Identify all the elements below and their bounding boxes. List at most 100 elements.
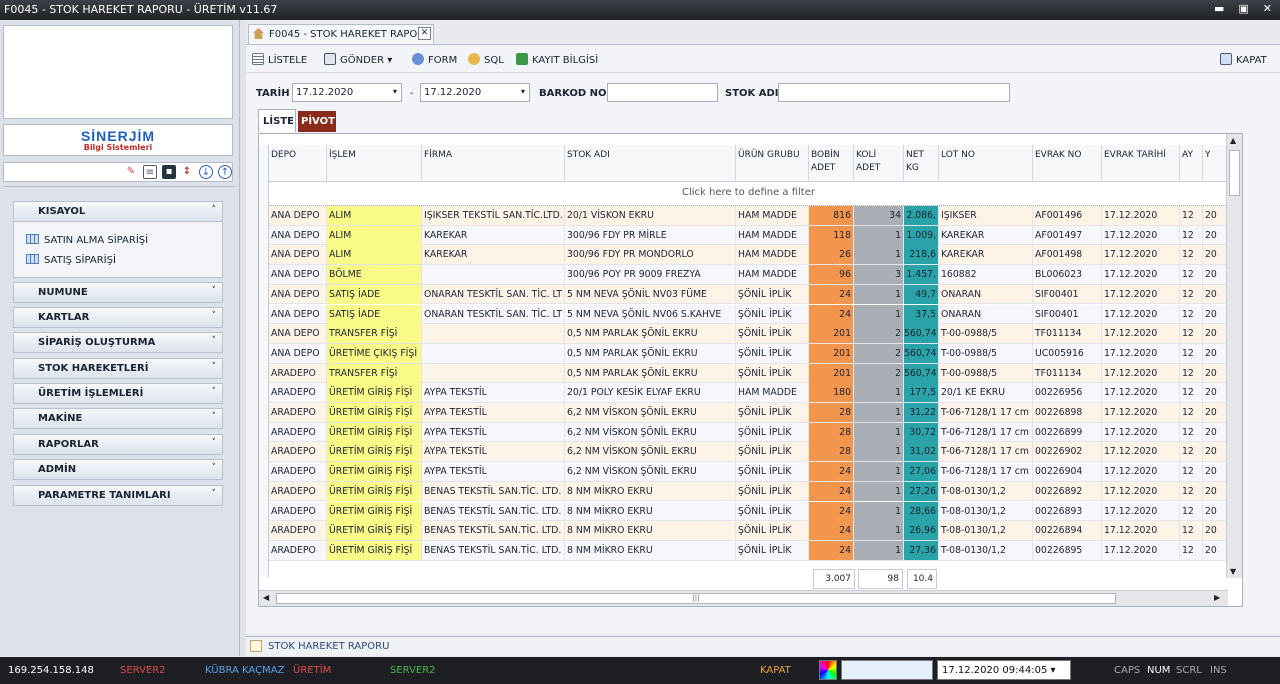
- column-header[interactable]: İŞLEM: [327, 145, 422, 182]
- table-cell: 24: [809, 462, 854, 482]
- table-row[interactable]: ARADEPO ÜRETİM GİRİŞ FİŞİ AYPA TEKSTİL 6,2 …: [269, 442, 1228, 463]
- scroll-right-icon[interactable]: ▶: [1214, 593, 1220, 602]
- color-icon[interactable]: [819, 660, 837, 680]
- list-icon[interactable]: ≡: [143, 165, 157, 179]
- scroll-thumb[interactable]: [1229, 150, 1240, 196]
- barkod-label: BARKOD NO: [539, 88, 607, 99]
- bottom-tab-stok-hareket[interactable]: STOK HAREKET RAPORU: [246, 636, 1280, 656]
- table-cell: 20: [1203, 442, 1228, 462]
- nav-group-uretim[interactable]: ÜRETİM İŞLEMLERİ ˅: [13, 383, 223, 404]
- table-cell: ANA DEPO: [269, 324, 327, 344]
- info-icon: [516, 53, 528, 65]
- table-cell: HAM MADDE: [736, 383, 809, 403]
- column-header[interactable]: Y: [1203, 145, 1228, 182]
- tab-liste[interactable]: LİSTE: [258, 109, 296, 132]
- sort-az-icon[interactable]: ↕: [180, 165, 194, 179]
- nav-group-parametre[interactable]: PARAMETRE TANIMLARI ˅: [13, 485, 223, 506]
- column-header[interactable]: EVRAK TARİHİ: [1102, 145, 1180, 182]
- start-date-picker[interactable]: 17.12.2020 ▾: [292, 83, 402, 102]
- nav-group-admin[interactable]: ADMİN ˅: [13, 459, 223, 480]
- column-header[interactable]: AY: [1180, 145, 1203, 182]
- table-row[interactable]: ARADEPO ÜRETİM GİRİŞ FİŞİ AYPA TEKSTİL 6,2 …: [269, 422, 1228, 443]
- table-cell: 0,5 NM PARLAK ŞÖNİL EKRU: [565, 324, 736, 344]
- table-row[interactable]: ARADEPO TRANSFER FİŞİ 0,5 NM PARLAK ŞÖNİL …: [269, 363, 1228, 384]
- table-row[interactable]: ARADEPO ÜRETİM GİRİŞ FİŞİ BENAS TEKSTİL SA…: [269, 501, 1228, 522]
- save-icon[interactable]: ▪: [162, 165, 176, 179]
- table-cell: T-06-7128/1 17 cm: [939, 462, 1033, 482]
- table-row[interactable]: ANA DEPO ALIM KAREKAR 300/96 FDY PR MİRLE HA…: [269, 225, 1228, 246]
- column-header[interactable]: KOLİ ADET: [854, 145, 904, 182]
- end-date-picker[interactable]: 17.12.2020 ▾: [420, 83, 530, 102]
- nav-group-siparis[interactable]: SİPARİŞ OLUŞTURMA ˅: [13, 332, 223, 353]
- table-row[interactable]: ARADEPO ÜRETİM GİRİŞ FİŞİ AYPA TEKSTİL 6,2 …: [269, 403, 1228, 423]
- scroll-thumb[interactable]: |||: [276, 593, 1116, 604]
- auto-filter-row[interactable]: Click here to define a filter: [269, 182, 1228, 206]
- minimize-button[interactable]: ▬: [1214, 2, 1224, 15]
- table-cell: T-00-0988/5: [939, 343, 1033, 363]
- table-cell: 28,66: [904, 501, 939, 521]
- close-tab-button[interactable]: ✕: [418, 27, 431, 40]
- down-arrow-icon[interactable]: ↓: [199, 165, 213, 179]
- table-row[interactable]: ANA DEPO TRANSFER FİŞİ 0,5 NM PARLAK ŞÖNİL…: [269, 324, 1228, 344]
- maximize-button[interactable]: ▣: [1238, 2, 1248, 15]
- scroll-left-icon[interactable]: ◀: [263, 593, 269, 602]
- nav-group-numune[interactable]: NUMUNE ˅: [13, 282, 223, 303]
- nav-group-kisayol[interactable]: KISAYOL ˄: [13, 201, 223, 222]
- eraser-icon[interactable]: ✎: [124, 165, 138, 179]
- table-row[interactable]: ARADEPO ÜRETİM GİRİŞ FİŞİ BENAS TEKSTİL SA…: [269, 521, 1228, 541]
- column-header[interactable]: DEPO: [269, 145, 327, 182]
- nav-group-makine[interactable]: MAKİNE ˅: [13, 408, 223, 429]
- horizontal-scrollbar[interactable]: ◀ ||| ▶: [259, 590, 1228, 606]
- nav-group-kartlar[interactable]: KARTLAR ˅: [13, 307, 223, 328]
- column-header[interactable]: LOT NO: [939, 145, 1033, 182]
- table-cell: 12: [1180, 403, 1203, 422]
- nav-group-raporlar[interactable]: RAPORLAR ˅: [13, 434, 223, 455]
- table-row[interactable]: ANA DEPO ALIM IŞIKSER TEKSTİL SAN.TİC.LTD.…: [269, 206, 1228, 226]
- table-row[interactable]: ARADEPO ÜRETİM GİRİŞ FİŞİ AYPA TEKSTİL 6,2 …: [269, 462, 1228, 482]
- column-header[interactable]: STOK ADI: [565, 145, 736, 182]
- table-row[interactable]: ARADEPO ÜRETİM GİRİŞ FİŞİ AYPA TEKSTİL 20/1…: [269, 383, 1228, 403]
- table-row[interactable]: ANA DEPO SATIŞ İADE ONARAN TESKTİL SAN. Tİ…: [269, 304, 1228, 325]
- column-header[interactable]: NET KG: [904, 145, 939, 182]
- scroll-down-icon[interactable]: ▼: [1230, 567, 1236, 576]
- up-arrow-icon[interactable]: ↑: [218, 165, 232, 179]
- tab-pivot[interactable]: PİVOT: [298, 111, 336, 132]
- table-row[interactable]: ANA DEPO SATIŞ İADE ONARAN TESKTİL SAN. Tİ…: [269, 284, 1228, 305]
- column-header[interactable]: BOBİN ADET: [809, 145, 854, 182]
- shortcut-satis[interactable]: SATIŞ SİPARİŞİ: [26, 254, 116, 266]
- table-row[interactable]: ANA DEPO ÜRETİME ÇIKIŞ FİŞİ 0,5 NM PARLAK …: [269, 343, 1228, 364]
- sql-button[interactable]: SQL: [468, 53, 504, 66]
- table-cell: 300/96 FDY PR MONDORLO: [565, 245, 736, 265]
- table-cell: 160882: [939, 265, 1033, 285]
- tab-stok-hareket[interactable]: F0045 - STOK HAREKET RAPORU ✕: [248, 24, 434, 44]
- table-cell: 24: [809, 304, 854, 324]
- gear-icon: [412, 53, 424, 65]
- table-row[interactable]: ARADEPO ÜRETİM GİRİŞ FİŞİ BENAS TEKSTİL SA…: [269, 481, 1228, 502]
- table-cell: BÖLME: [327, 265, 422, 285]
- table-cell: 20: [1203, 225, 1228, 245]
- datetime-picker[interactable]: 17.12.2020 09:44:05 ▾: [937, 660, 1071, 680]
- shortcut-satin-alma[interactable]: SATIN ALMA SİPARİŞİ: [26, 234, 148, 246]
- barkod-input[interactable]: [607, 83, 718, 102]
- listele-button[interactable]: LİSTELE: [252, 53, 307, 66]
- kapat-status[interactable]: KAPAT: [760, 665, 791, 676]
- table-cell: ŞÖNİL İPLİK: [736, 462, 809, 482]
- table-row[interactable]: ARADEPO ÜRETİM GİRİŞ FİŞİ BENAS TEKSTİL SA…: [269, 540, 1228, 561]
- form-button[interactable]: FORM: [412, 53, 457, 66]
- stok-adi-input[interactable]: [778, 83, 1010, 102]
- gonder-button[interactable]: GÖNDER ▾: [324, 53, 392, 66]
- kapat-button[interactable]: KAPAT: [1220, 53, 1267, 66]
- column-header[interactable]: ÜRÜN GRUBU: [736, 145, 809, 182]
- table-cell: AF001498: [1033, 245, 1102, 265]
- scroll-up-icon[interactable]: ▲: [1230, 136, 1236, 145]
- column-header[interactable]: EVRAK NO: [1033, 145, 1102, 182]
- table-row[interactable]: ANA DEPO BÖLME 300/96 POY PR 9009 FREZYA HA…: [269, 265, 1228, 285]
- nav-group-stok[interactable]: STOK HAREKETLERİ ˅: [13, 358, 223, 379]
- kayit-bilgisi-button[interactable]: KAYIT BİLGİSİ: [516, 53, 598, 66]
- close-window-button[interactable]: ✕: [1263, 2, 1272, 15]
- table-cell: 8 NM MİKRO EKRU: [565, 540, 736, 560]
- status-input[interactable]: [841, 660, 933, 680]
- column-header[interactable]: FİRMA: [422, 145, 565, 182]
- table-row[interactable]: ANA DEPO ALIM KAREKAR 300/96 FDY PR MONDORL…: [269, 245, 1228, 266]
- vertical-scrollbar[interactable]: ▲ ▼: [1226, 134, 1242, 578]
